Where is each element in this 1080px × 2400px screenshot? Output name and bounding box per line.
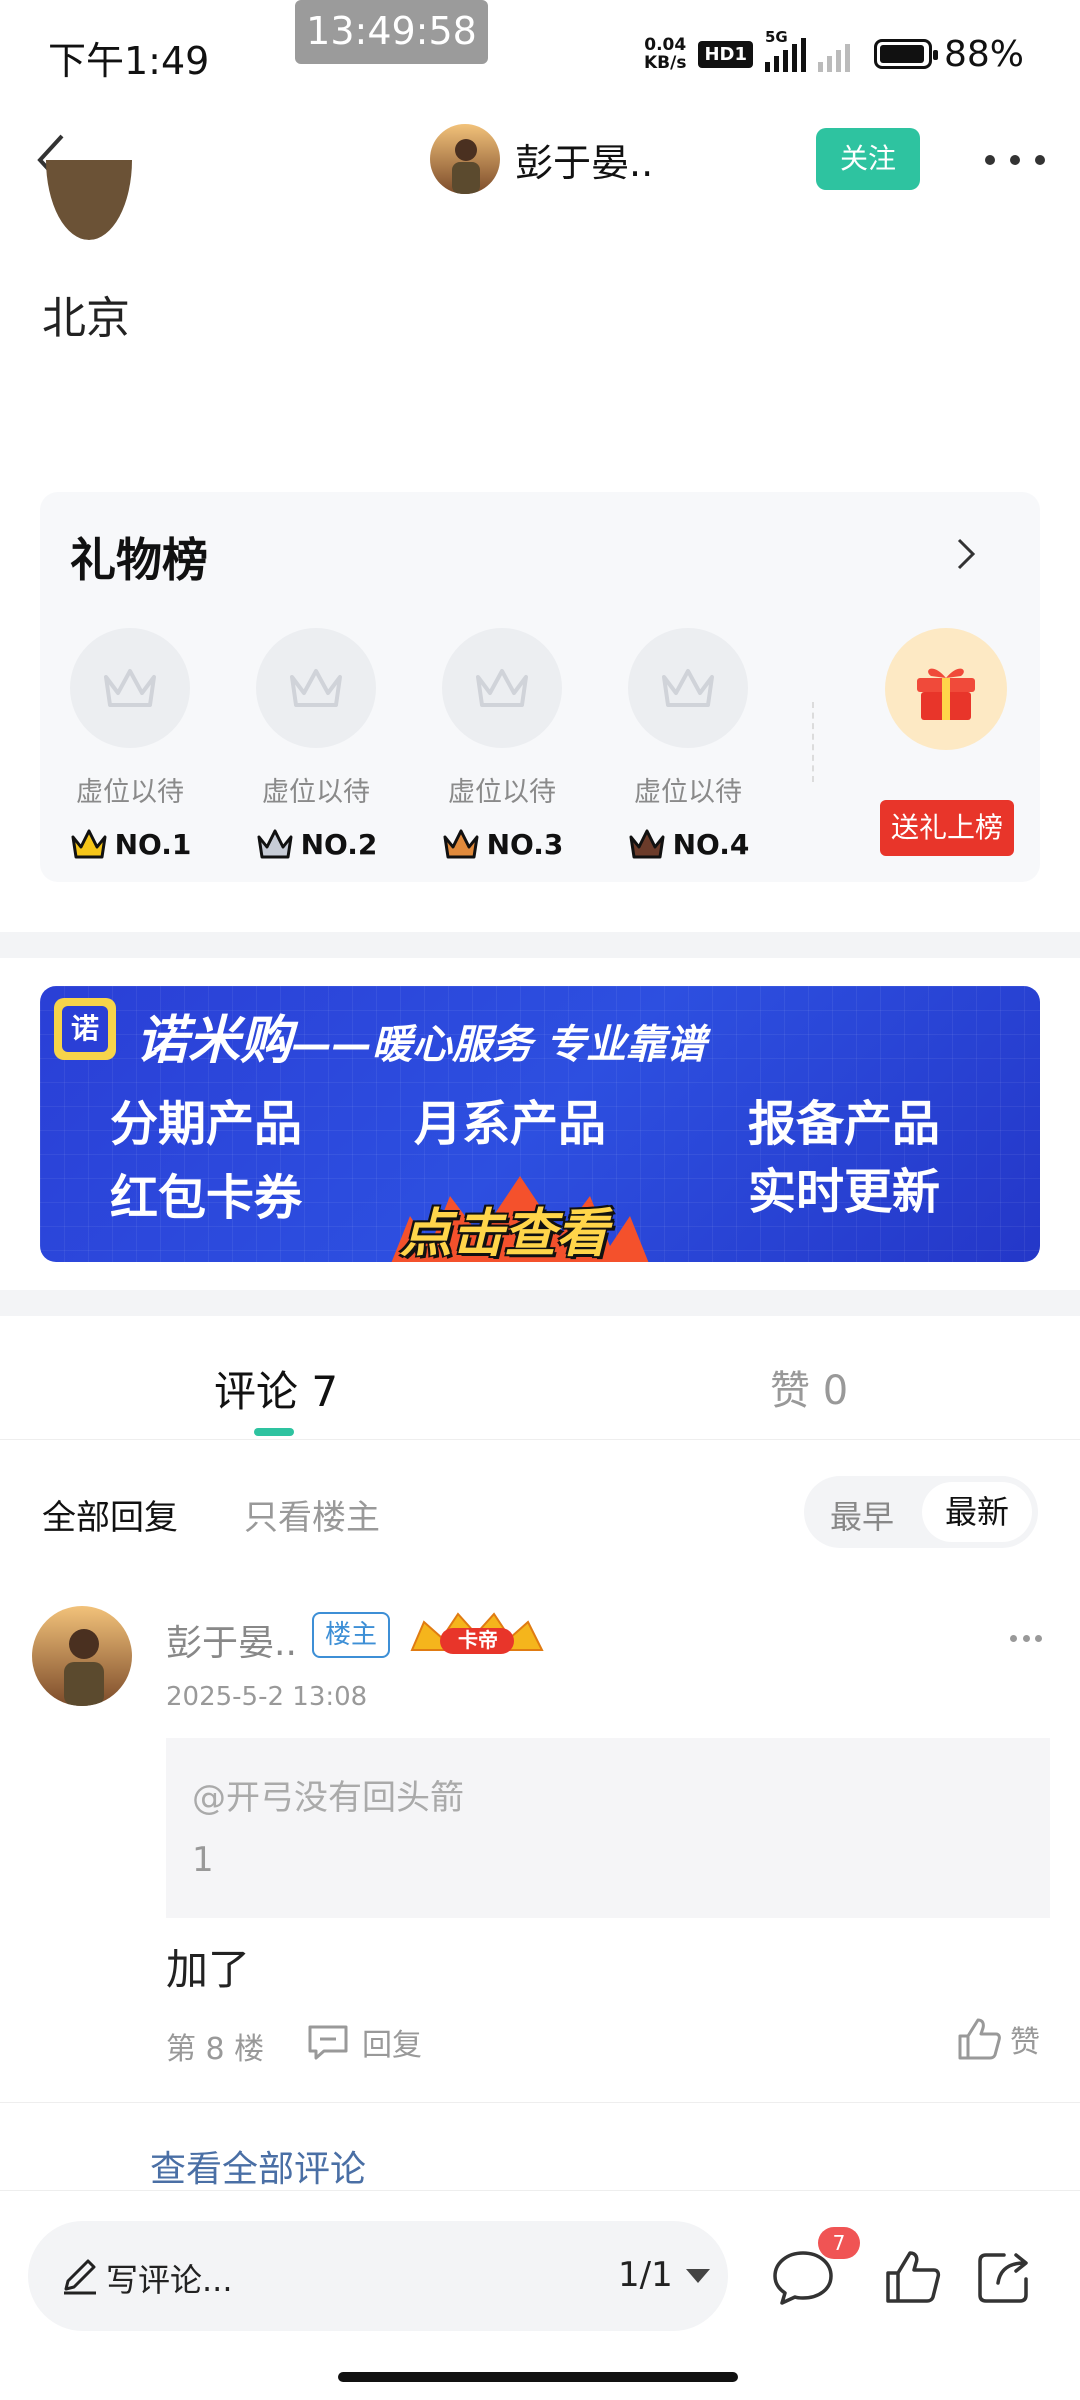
- filter-op-only[interactable]: 只看楼主: [244, 1490, 380, 1539]
- nav-avatar[interactable]: [430, 124, 500, 194]
- like-button[interactable]: 赞: [956, 2014, 1040, 2064]
- banner-item: 分期产品: [110, 1096, 303, 1152]
- gift-slot-rank: NO.3: [440, 827, 564, 861]
- quote-text: 1: [192, 1840, 214, 1880]
- chevron-right-icon[interactable]: [945, 534, 985, 574]
- gift-slot-label: 虚位以待: [634, 777, 742, 808]
- quoted-reply[interactable]: @开弓没有回头箭 1: [166, 1738, 1050, 1918]
- gift-slot-rank: NO.4: [626, 827, 750, 861]
- empty-slot-crown-icon: [70, 628, 190, 748]
- empty-slot-crown-icon: [442, 628, 562, 748]
- tab-comments[interactable]: 评论 7: [214, 1358, 338, 1419]
- send-gift-button[interactable]: 送礼上榜: [880, 800, 1014, 856]
- host-badge: 楼主: [312, 1612, 390, 1658]
- comment-body: 加了: [166, 1945, 251, 1994]
- network-type: 5G: [764, 28, 788, 46]
- comment-input[interactable]: 写评论... 1/1: [28, 2221, 728, 2331]
- no-signal-icon: [817, 36, 850, 72]
- banner-item: 报备产品: [748, 1096, 941, 1152]
- crown-icon: [443, 829, 479, 859]
- gift-board: 礼物榜 虚位以待 NO.1 虚位以待 NO.2 虚位以待 NO.3 虚位以待 N…: [40, 492, 1040, 882]
- net-speed-unit: KB/s: [643, 53, 687, 73]
- gift-slot-label: 虚位以待: [448, 777, 556, 808]
- nav-user-name[interactable]: 彭于晏..: [515, 132, 653, 187]
- caret-down-icon[interactable]: [684, 2267, 712, 2285]
- banner-cta[interactable]: 点击查看: [400, 1191, 608, 1262]
- more-icon[interactable]: [1010, 1633, 1042, 1643]
- gift-slot-label: 虚位以待: [76, 777, 184, 808]
- sort-toggle: 最早 最新: [804, 1476, 1038, 1548]
- comment-user-name[interactable]: 彭于晏..: [166, 1614, 297, 1666]
- comment-time: 2025-5-2 13:08: [166, 1682, 368, 1712]
- reply-button[interactable]: 回复: [306, 2020, 422, 2064]
- floor-number: 第 8 楼: [166, 2032, 265, 2067]
- follow-button[interactable]: 关注: [816, 128, 920, 190]
- sort-earliest[interactable]: 最早: [830, 1492, 894, 1538]
- bottom-bar: 写评论... 1/1 7: [0, 2190, 1080, 2400]
- brand-logo: 诺: [54, 998, 116, 1060]
- filter-all-replies[interactable]: 全部回复: [42, 1490, 178, 1539]
- hd-badge: HD1: [698, 40, 753, 68]
- home-indicator[interactable]: [338, 2372, 738, 2382]
- thumbs-up-icon[interactable]: [882, 2247, 942, 2307]
- crown-icon: [257, 829, 293, 859]
- banner-item: 月系产品: [414, 1096, 607, 1152]
- more-icon[interactable]: [985, 150, 1045, 170]
- share-icon[interactable]: [974, 2247, 1034, 2307]
- empty-slot-crown-icon: [256, 628, 376, 748]
- gift-slot-rank: NO.1: [68, 827, 192, 861]
- battery-icon: [873, 39, 938, 69]
- comment-count-badge: 7: [818, 2227, 860, 2259]
- avatar[interactable]: [32, 1606, 132, 1706]
- gift-slot-4[interactable]: 虚位以待 NO.4: [626, 628, 750, 861]
- net-speed-value: 0.04: [644, 35, 687, 55]
- banner-item: 红包卡券: [110, 1170, 303, 1226]
- gift-icon[interactable]: [885, 628, 1007, 750]
- post-author-avatar[interactable]: [46, 160, 132, 240]
- divider: [0, 932, 1080, 958]
- net-speed: 0.04 KB/s: [644, 36, 686, 72]
- gift-board-title: 礼物榜: [70, 533, 208, 587]
- status-bar: 下午1:49 13:49:58 0.04 KB/s HD1 5G 88%: [0, 0, 1080, 100]
- pen-icon: [64, 2259, 96, 2295]
- level-badge: 卡帝: [458, 1628, 498, 1652]
- divider: [0, 2102, 1080, 2103]
- tab-indicator: [254, 1428, 294, 1436]
- gift-slot-1[interactable]: 虚位以待 NO.1: [68, 628, 192, 861]
- empty-slot-crown-icon: [628, 628, 748, 748]
- gift-slot-3[interactable]: 虚位以待 NO.3: [440, 628, 564, 861]
- comment-placeholder: 写评论...: [106, 2261, 233, 2299]
- thumbs-up-icon: [958, 2018, 1001, 2060]
- battery-percent: 88%: [943, 33, 1024, 75]
- reply-icon: [308, 2025, 348, 2060]
- gift-slot-rank: NO.2: [254, 827, 378, 861]
- signal-icon: 5G: [764, 28, 806, 72]
- view-all-comments-link[interactable]: 查看全部评论: [150, 2140, 366, 2192]
- quote-user: @开弓没有回头箭: [192, 1778, 464, 1818]
- status-time: 下午1:49: [48, 39, 210, 83]
- status-icons: 0.04 KB/s HD1 5G 88%: [644, 28, 1024, 78]
- banner-headline: 诺米购——暖心服务 专业靠谱: [136, 1011, 706, 1071]
- banner-item: 实时更新: [748, 1164, 941, 1220]
- post-location: 北京: [42, 293, 130, 344]
- sort-latest[interactable]: 最新: [922, 1482, 1032, 1542]
- ad-banner[interactable]: 诺 诺米购——暖心服务 专业靠谱 分期产品 月系产品 报备产品 红包卡券 实时更…: [40, 986, 1040, 1262]
- gift-slot-2[interactable]: 虚位以待 NO.2: [254, 628, 378, 861]
- tab-likes[interactable]: 赞 0: [770, 1358, 848, 1416]
- crown-icon: [71, 829, 107, 859]
- divider: [0, 1290, 1080, 1316]
- top-nav: 彭于晏.. 关注: [0, 110, 1080, 210]
- divider: [812, 702, 814, 782]
- gift-slot-label: 虚位以待: [262, 777, 370, 808]
- tab-bar: 评论 7 赞 0: [0, 1316, 1080, 1440]
- clock-overlay: 13:49:58: [295, 0, 488, 64]
- page-indicator[interactable]: 1/1: [618, 2255, 673, 2295]
- crown-icon: [629, 829, 665, 859]
